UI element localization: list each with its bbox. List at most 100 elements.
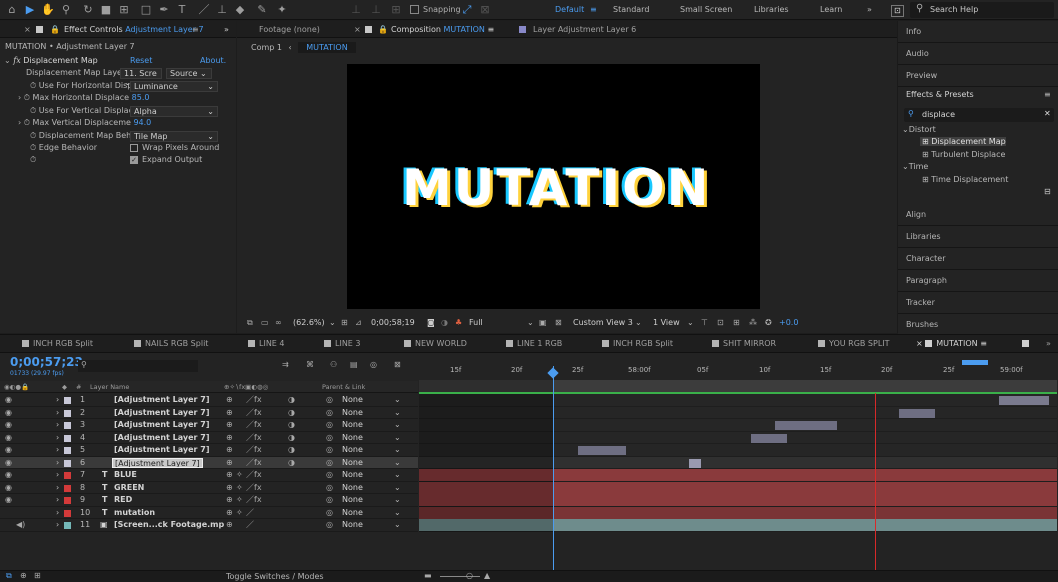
region-of-interest-icon[interactable]: ▣ — [539, 315, 547, 331]
workspace-learn[interactable]: Learn — [820, 3, 842, 17]
type-tool-icon[interactable]: T — [174, 2, 190, 18]
collapse-switch-icon[interactable]: ✧ — [236, 469, 243, 482]
stopwatch-icon[interactable]: ⏱ — [30, 80, 36, 93]
av-features-icons[interactable]: ◉◐●🔒 — [4, 381, 29, 393]
expand-arrow-icon[interactable]: › — [56, 482, 59, 495]
clone-stamp-tool-icon[interactable]: ⊥ — [214, 2, 230, 18]
audio-icon[interactable]: ◀) — [16, 519, 25, 532]
zoom-dropdown-icon[interactable]: ⌄ — [329, 315, 336, 331]
expand-arrow-icon[interactable]: › — [56, 507, 59, 520]
expand-output-checkbox[interactable]: ✓ — [130, 156, 138, 164]
parent-dropdown-icon[interactable]: ⌄ — [394, 419, 401, 432]
fx-switch-icon[interactable]: ／fx — [246, 469, 262, 482]
layer-row[interactable]: ◉ › 2 [Adjustment Layer 7] ⊕ ／fx ◑ ◎ Non… — [0, 407, 418, 420]
timeline-tab-swatch-icon[interactable] — [1022, 335, 1033, 352]
parent-select[interactable]: None — [342, 482, 363, 495]
tree-time-displacement[interactable]: ⊞ Time Displacement — [922, 175, 1008, 184]
transparency-grid-icon[interactable]: ⊠ — [555, 315, 562, 331]
new-preset-icon[interactable]: ⊟ — [1044, 187, 1051, 196]
panel-expand-icon[interactable]: » — [224, 21, 229, 38]
fx-switch-icon[interactable]: ／fx — [246, 457, 262, 470]
resolution-select[interactable]: Full — [469, 315, 483, 331]
shy-switch-icon[interactable]: ⊕ — [226, 394, 233, 407]
layer-name[interactable]: [Screen...ck Footage.mp4] — [114, 519, 224, 532]
parent-dropdown-icon[interactable]: ⌄ — [394, 394, 401, 407]
layer-bar[interactable] — [751, 433, 787, 443]
timeline-tab-9[interactable]: YOU RGB SPLIT — [818, 335, 890, 352]
shy-switch-icon[interactable]: ⊕ — [226, 494, 233, 507]
adjustment-switch-icon[interactable]: ◑ — [288, 444, 295, 457]
fast-previews-icon[interactable]: ⊡ — [717, 315, 724, 331]
layer-row[interactable]: ◉ › 1 [Adjustment Layer 7] ⊕ ／fx ◑ ◎ Non… — [0, 394, 418, 407]
eye-icon[interactable]: ◉ — [5, 394, 12, 407]
shy-switch-icon[interactable]: ⊕ — [226, 507, 233, 520]
use-horizontal-select[interactable]: Luminance ⌄ — [130, 81, 218, 92]
parent-select[interactable]: None — [342, 457, 363, 470]
layer-bar[interactable] — [689, 458, 701, 468]
pen-tool-icon[interactable]: ✒ — [156, 2, 172, 18]
eye-icon[interactable]: ◉ — [5, 482, 12, 495]
pick-whip-icon[interactable]: ◎ — [326, 457, 333, 470]
parent-dropdown-icon[interactable]: ⌄ — [394, 469, 401, 482]
camera-tool-icon[interactable]: ■ — [98, 2, 114, 18]
home-icon[interactable]: ⌂ — [4, 2, 20, 18]
rectangle-tool-icon[interactable]: □ — [138, 2, 154, 18]
tree-time[interactable]: ⌄Time — [902, 162, 928, 171]
label-color-swatch[interactable] — [64, 472, 71, 479]
render-time-icon[interactable]: ⧉ — [6, 571, 12, 581]
layer-row[interactable]: ◉ › 9 T RED ⊕ ✧ ／fx ◎ None ⌄ — [0, 494, 418, 507]
layer-name[interactable]: RED — [114, 494, 132, 507]
layer-row[interactable]: ◉ › 4 [Adjustment Layer 7] ⊕ ／fx ◑ ◎ Non… — [0, 432, 418, 444]
stopwatch-icon[interactable]: ⏱ — [24, 92, 30, 105]
zoom-tool-icon[interactable]: ⚲ — [58, 2, 74, 18]
adjustment-switch-icon[interactable]: ◑ — [288, 394, 295, 407]
expand-arrow-icon[interactable]: › — [56, 469, 59, 482]
more-workspaces-icon[interactable]: » — [867, 3, 872, 17]
pick-whip-icon[interactable]: ◎ — [326, 519, 333, 532]
snap-options-icon[interactable]: ⊠ — [477, 2, 493, 18]
fx-switch-icon[interactable]: ／fx — [246, 494, 262, 507]
view-dropdown-icon[interactable]: ⌄ — [635, 315, 642, 331]
quality-switch-icon[interactable]: ／ — [246, 507, 254, 520]
shy-switch-icon[interactable]: ⊕ — [226, 419, 233, 432]
lock-icon[interactable]: 🔒 — [50, 21, 60, 38]
max-vertical-value[interactable]: 94.0 — [133, 118, 151, 127]
zoom-level[interactable]: (62.6%) — [293, 315, 325, 331]
parent-select[interactable]: None — [342, 507, 363, 520]
eye-icon[interactable]: ◉ — [5, 407, 12, 420]
pick-whip-icon[interactable]: ◎ — [326, 419, 333, 432]
workspace-libraries[interactable]: Libraries — [754, 3, 789, 17]
parent-select[interactable]: None — [342, 419, 363, 432]
timeline-icon[interactable]: ⊞ — [733, 315, 740, 331]
label-column-icon[interactable]: ◆ — [62, 381, 67, 393]
motion-blur-icon[interactable]: ◎ — [370, 360, 377, 369]
about-link[interactable]: About. — [200, 55, 226, 68]
layer-bar[interactable] — [578, 446, 626, 455]
comp-tab-close-icon[interactable]: × — [354, 21, 361, 38]
map-layer-source-select[interactable]: Source ⌄ — [166, 68, 212, 79]
layer-row[interactable]: ◉ › 8 T GREEN ⊕ ✧ ／fx ◎ None ⌄ — [0, 482, 418, 495]
timeline-tab-2[interactable]: NAILS RGB Split — [134, 335, 208, 352]
eye-icon[interactable]: ◉ — [5, 457, 12, 470]
effects-search-input[interactable]: ⚲ displace ✕ — [904, 108, 1054, 122]
label-color-swatch[interactable] — [64, 484, 71, 492]
mask-visibility-icon[interactable]: ⊿ — [355, 315, 362, 331]
fx-switch-icon[interactable]: ／fx — [246, 419, 262, 432]
sidebar-align[interactable]: Align — [898, 204, 1058, 226]
parent-select[interactable]: None — [342, 494, 363, 507]
quality-switch-icon[interactable]: ／ — [246, 519, 254, 532]
collapse-switch-icon[interactable]: ✧ — [236, 482, 243, 495]
timeline-tab-8[interactable]: SHIT MIRROR — [712, 335, 776, 352]
show-snapshot-icon[interactable]: ◑ — [441, 315, 448, 331]
crumb-comp1[interactable]: Comp 1 — [251, 43, 282, 52]
layer-name[interactable]: [Adjustment Layer 7] — [114, 419, 210, 432]
timeline-tab-6[interactable]: LINE 1 RGB — [506, 335, 562, 352]
pick-whip-icon[interactable]: ◎ — [326, 394, 333, 407]
roto-brush-tool-icon[interactable]: ✎ — [254, 2, 270, 18]
sidebar-preview[interactable]: Preview — [898, 65, 1058, 87]
timeline-timecode[interactable]: 0;00;57;23 — [10, 355, 83, 369]
parent-dropdown-icon[interactable]: ⌄ — [394, 494, 401, 507]
effects-menu-icon[interactable]: ≡ — [1044, 90, 1051, 99]
workspace-standard[interactable]: Standard — [613, 3, 649, 17]
label-color-swatch[interactable] — [64, 434, 71, 442]
